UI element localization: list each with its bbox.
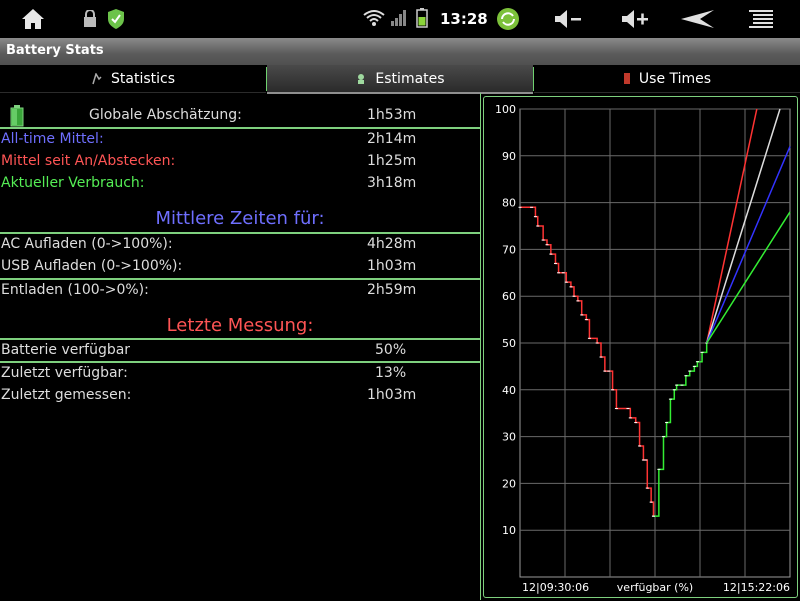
ac-charge-label: AC Aufladen (0->100%): [1, 236, 173, 252]
mean-times-heading: Mittlere Zeiten für: [155, 208, 325, 229]
last-available-row: Zuletzt verfügbar: 13% [0, 363, 480, 385]
last-available-value: 13% [375, 365, 407, 381]
ac-charge-row: AC Aufladen (0->100%): 4h28m [0, 234, 480, 256]
volume-up-icon[interactable] [620, 8, 650, 30]
global-estimate-row: Globale Abschätzung: 1h53m [0, 105, 480, 127]
tab-statistics-label: Statistics [111, 70, 175, 87]
estimates-panel: Globale Abschätzung: 1h53m All-time Mitt… [0, 93, 481, 600]
y-tick-label: 10 [502, 524, 516, 537]
last-measured-value: 1h03m [367, 387, 417, 403]
y-tick-label: 80 [502, 197, 516, 210]
status-bar: 13:28 [0, 0, 800, 38]
volume-down-icon[interactable] [553, 8, 583, 30]
app-title: Battery Stats [6, 43, 104, 58]
title-bar: Battery Stats [0, 38, 800, 65]
estimates-icon [358, 73, 365, 84]
x-end-label: 12|15:22:06 [723, 581, 790, 594]
sync-icon[interactable] [496, 7, 520, 31]
y-tick-label: 30 [502, 431, 516, 444]
battery-available-value: 50% [375, 342, 407, 358]
tab-statistics[interactable]: Statistics [0, 65, 266, 93]
y-tick-label: 20 [502, 477, 516, 490]
x-start-label: 12|09:30:06 [522, 581, 589, 594]
y-tick-label: 50 [502, 337, 516, 350]
signal-icon [391, 10, 406, 26]
battery-icon [416, 8, 428, 28]
battery-chart: 10 20 30 40 50 60 70 80 90 100 12|09:30:06 verfügba… [483, 96, 798, 598]
last-measurement-heading: Letzte Messung: [166, 315, 314, 336]
clock: 13:28 [440, 10, 488, 28]
alltime-row: All-time Mittel: 2h14m [0, 129, 480, 151]
alltime-value: 2h14m [367, 131, 417, 147]
battery-available-row: Batterie verfügbar 50% [0, 340, 480, 362]
y-tick-label: 40 [502, 384, 516, 397]
y-tick-label: 70 [502, 243, 516, 256]
usb-charge-row: USB Aufladen (0->100%): 1h03m [0, 256, 480, 278]
tab-bar: Statistics Estimates Use Times [0, 65, 800, 94]
wifi-icon [363, 10, 385, 26]
x-axis-label: verfügbar (%) [617, 581, 693, 594]
last-measured-row: Zuletzt gemessen: 1h03m [0, 385, 480, 407]
use-times-icon [623, 73, 630, 84]
discharge-value: 2h59m [367, 282, 417, 298]
ac-charge-value: 4h28m [367, 236, 417, 252]
usb-charge-value: 1h03m [367, 258, 417, 274]
current-usage-value: 3h18m [367, 175, 417, 191]
menu-icon[interactable] [748, 9, 774, 31]
y-tick-label: 100 [495, 103, 516, 116]
discharge-label: Entladen (100->0%): [1, 282, 149, 298]
alltime-label: All-time Mittel: [1, 131, 104, 147]
battery-available-label: Batterie verfügbar [1, 342, 131, 358]
back-icon[interactable] [680, 9, 716, 29]
lock-icon [84, 10, 96, 27]
usb-charge-label: USB Aufladen (0->100%): [1, 258, 183, 274]
tab-estimates-label: Estimates [375, 70, 445, 87]
current-usage-row: Aktueller Verbrauch: 3h18m [0, 173, 480, 195]
y-tick-label: 60 [502, 290, 516, 303]
tab-estimates[interactable]: Estimates [267, 65, 533, 94]
home-icon[interactable] [20, 6, 46, 32]
last-measured-label: Zuletzt gemessen: [1, 387, 132, 403]
global-estimate-label: Globale Abschätzung: [89, 107, 242, 123]
current-usage-label: Aktueller Verbrauch: [1, 175, 145, 191]
tab-use-times[interactable]: Use Times [534, 65, 800, 93]
discharge-row: Entladen (100->0%): 2h59m [0, 280, 480, 302]
shield-icon [108, 9, 124, 29]
since-plug-value: 1h25m [367, 153, 417, 169]
since-plug-label: Mittel seit An/Abstecken: [1, 153, 176, 169]
battery-chart-svg: 10 20 30 40 50 60 70 80 90 100 12|09:30:06 verfügba… [495, 103, 791, 594]
last-available-label: Zuletzt verfügbar: [1, 365, 128, 381]
tab-use-times-label: Use Times [638, 70, 712, 87]
pane-divider [480, 93, 481, 600]
global-estimate-value: 1h53m [367, 107, 417, 123]
since-plug-row: Mittel seit An/Abstecken: 1h25m [0, 151, 480, 173]
y-tick-label: 90 [502, 150, 516, 163]
statistics-icon [92, 72, 102, 84]
